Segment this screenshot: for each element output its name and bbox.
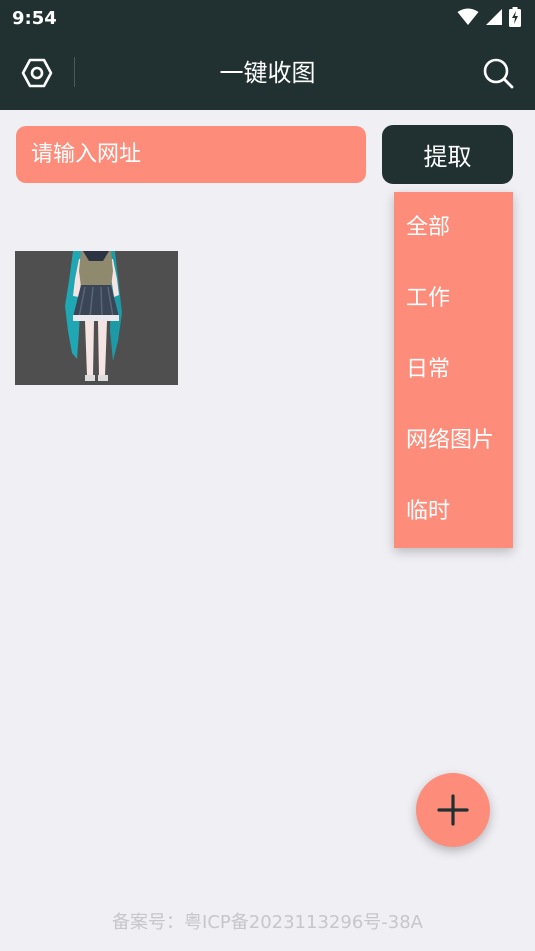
search-button[interactable] — [481, 56, 515, 90]
add-button[interactable] — [416, 773, 490, 847]
settings-hexagon-icon — [21, 58, 53, 88]
battery-charging-icon — [509, 7, 521, 27]
signal-icon — [486, 9, 502, 25]
search-icon — [483, 58, 514, 89]
extract-button[interactable]: 提取 — [382, 125, 513, 184]
menu-item-daily[interactable]: 日常 — [394, 334, 513, 405]
plus-icon — [437, 794, 469, 826]
menu-item-work[interactable]: 工作 — [394, 263, 513, 334]
dropdown-menu: 全部 工作 日常 网络图片 临时 — [394, 192, 513, 548]
menu-item-web-images[interactable]: 网络图片 — [394, 405, 513, 476]
status-icons — [457, 6, 521, 28]
menu-item-all[interactable]: 全部 — [394, 192, 513, 263]
page-title: 一键收图 — [219, 59, 316, 87]
header: 9:54 一键收图 — [0, 0, 535, 110]
app-screen: 9:54 一键收图 请输入网址 提取 全部 工作 日常 网络图片 临时 备案号：… — [0, 0, 535, 951]
toolbar-divider — [74, 57, 75, 87]
status-time: 9:54 — [12, 8, 57, 29]
menu-item-temporary[interactable]: 临时 — [394, 476, 513, 547]
url-input[interactable] — [16, 126, 366, 183]
wifi-icon — [457, 8, 479, 25]
icp-registration-footer: 备案号：粤ICP备2023113296号-38A — [112, 912, 423, 933]
gallery-thumbnail[interactable] — [15, 251, 178, 385]
settings-button[interactable] — [20, 56, 54, 90]
anime-figure-image — [15, 251, 178, 385]
